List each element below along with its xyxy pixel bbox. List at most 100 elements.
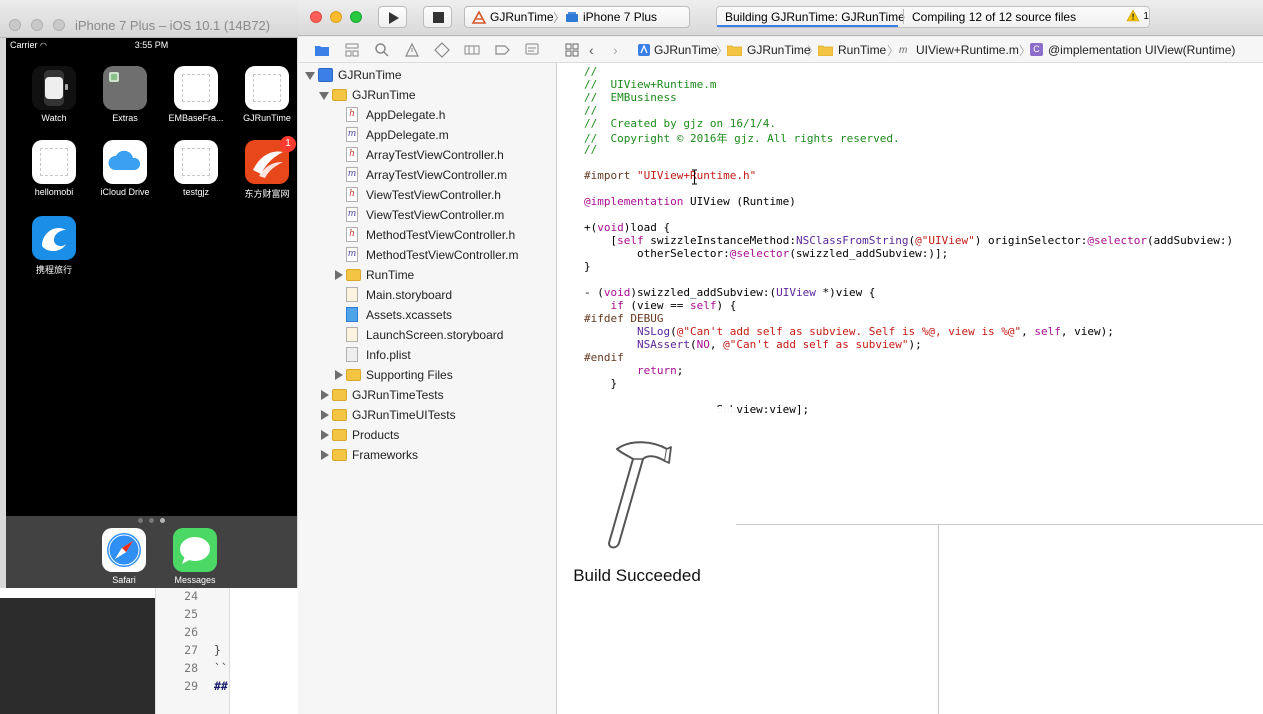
- symbol-navigator-icon[interactable]: [344, 42, 360, 58]
- navigator-item[interactable]: m AppDelegate.m: [298, 125, 556, 145]
- build-status-message: Build Succeeded: [573, 566, 701, 585]
- code-line: #import "UIView+Runtime.h": [584, 169, 756, 182]
- navigator-item[interactable]: Products: [298, 425, 556, 445]
- navigator-item[interactable]: Info.plist: [298, 345, 556, 365]
- disclosure-closed-icon[interactable]: [321, 450, 329, 460]
- navigator-item-label: Products: [352, 428, 400, 442]
- navigator-item[interactable]: h MethodTestViewController.h: [298, 225, 556, 245]
- code-token: @"Can't add self as subview": [723, 338, 909, 351]
- related-items-icon[interactable]: [565, 43, 579, 57]
- disclosure-open-icon[interactable]: [305, 72, 315, 80]
- stop-icon: [433, 12, 444, 23]
- warning-indicator[interactable]: 1: [1126, 8, 1149, 22]
- app-embaseframework[interactable]: EMBaseFra...: [166, 66, 226, 123]
- line-number: 28: [184, 661, 198, 675]
- app-watch[interactable]: Watch: [24, 66, 84, 123]
- code-token: *)view {: [815, 286, 876, 299]
- navigator-item-label: GJRunTimeTests: [352, 388, 444, 402]
- code-token: @"Can't add self as subview. Self is %@,…: [676, 325, 1022, 338]
- run-button[interactable]: [378, 6, 407, 28]
- navigator-item-label: GJRunTime: [352, 88, 416, 102]
- app-label: iCloud Drive: [100, 187, 150, 197]
- code-token: @selector: [729, 247, 790, 260]
- disclosure-open-icon[interactable]: [319, 92, 329, 100]
- project-navigator-icon[interactable]: [314, 42, 330, 58]
- app-gjruntime[interactable]: GJRunTime: [237, 66, 297, 123]
- app-label: EMBaseFra...: [168, 113, 224, 123]
- disclosure-closed-icon[interactable]: [321, 430, 329, 440]
- app-hellomobi[interactable]: hellomobi: [24, 140, 84, 197]
- debug-navigator-icon[interactable]: [464, 42, 480, 58]
- navigator-item[interactable]: h ArrayTestViewController.h: [298, 145, 556, 165]
- jumpbar-subgroup[interactable]: RunTime: [838, 43, 886, 57]
- navigator-item[interactable]: GJRunTime: [298, 85, 556, 105]
- app-safari[interactable]: Safari: [94, 528, 154, 585]
- navigator-item-label: MethodTestViewController.h: [366, 228, 516, 242]
- navigator-item-label: AppDelegate.m: [366, 128, 449, 142]
- sim-minimize-button[interactable]: [31, 19, 43, 31]
- jump-bar: ‹ › GJRunTime 〉 GJRunTime 〉 RunTime 〉 m …: [557, 37, 1263, 63]
- line-number: 27: [184, 643, 198, 657]
- code-line: }: [584, 377, 617, 390]
- debug-area-divider[interactable]: [938, 524, 939, 714]
- iphone-screen[interactable]: Carrier ◠ 3:55 PM Watch Extras EMBaseFra…: [6, 38, 297, 588]
- folder-icon: [332, 409, 347, 421]
- project-navigator[interactable]: GJRunTime GJRunTime h AppDelegate.h m AppDele…: [298, 63, 557, 714]
- sim-zoom-button[interactable]: [53, 19, 65, 31]
- status-bar: Carrier ◠ 3:55 PM: [6, 38, 297, 52]
- forward-arrow-icon[interactable]: ›: [613, 42, 618, 58]
- navigator-item[interactable]: h ViewTestViewController.h: [298, 185, 556, 205]
- app-ctrip[interactable]: 携程旅行: [24, 216, 84, 276]
- jumpbar-project[interactable]: GJRunTime: [654, 43, 718, 57]
- breakpoint-navigator-icon[interactable]: [494, 42, 510, 58]
- navigator-item[interactable]: Main.storyboard: [298, 285, 556, 305]
- navigator-item[interactable]: m ArrayTestViewController.m: [298, 165, 556, 185]
- jumpbar-symbol[interactable]: @implementation UIView(Runtime): [1048, 43, 1235, 57]
- jumpbar-group[interactable]: GJRunTime: [747, 43, 811, 57]
- navigator-item[interactable]: Frameworks: [298, 445, 556, 465]
- jumpbar-file[interactable]: UIView+Runtime.m: [916, 43, 1019, 57]
- zoom-button[interactable]: [350, 11, 362, 23]
- header-file-icon: h: [346, 187, 358, 202]
- app-eastmoney[interactable]: 1 东方财富网: [237, 136, 297, 200]
- hammer-icon: [608, 441, 672, 549]
- navigator-item[interactable]: Assets.xcassets: [298, 305, 556, 325]
- code-token: ,: [709, 338, 724, 351]
- line-number: 24: [184, 589, 198, 603]
- disclosure-closed-icon[interactable]: [321, 410, 329, 420]
- stop-button[interactable]: [423, 6, 452, 28]
- dolphin-icon: [32, 216, 76, 260]
- code-text: }: [214, 643, 221, 657]
- app-testgjz[interactable]: testgjz: [166, 140, 226, 197]
- scheme-selector[interactable]: GJRunTime 〉 iPhone 7 Plus: [464, 6, 690, 28]
- navigator-item[interactable]: h AppDelegate.h: [298, 105, 556, 125]
- code-token: @implementation: [584, 195, 690, 208]
- app-messages[interactable]: Messages: [165, 528, 225, 585]
- navigator-item[interactable]: Supporting Files: [298, 365, 556, 385]
- disclosure-closed-icon[interactable]: [321, 390, 329, 400]
- app-icloud-drive[interactable]: iCloud Drive: [95, 140, 155, 197]
- minimize-button[interactable]: [330, 11, 342, 23]
- report-navigator-icon[interactable]: [524, 42, 540, 58]
- navigator-item[interactable]: GJRunTimeTests: [298, 385, 556, 405]
- navigator-item[interactable]: GJRunTime: [298, 65, 556, 85]
- code-line: - (void)swizzled_addSubview:(UIView *)vi…: [584, 286, 875, 299]
- test-navigator-icon[interactable]: [434, 42, 450, 58]
- back-arrow-icon[interactable]: ‹: [589, 42, 594, 58]
- navigator-item[interactable]: m MethodTestViewController.m: [298, 245, 556, 265]
- navigator-item[interactable]: LaunchScreen.storyboard: [298, 325, 556, 345]
- disclosure-closed-icon[interactable]: [335, 370, 343, 380]
- app-extras[interactable]: Extras: [95, 66, 155, 123]
- search-icon[interactable]: [374, 42, 390, 58]
- navigator-item[interactable]: RunTime: [298, 265, 556, 285]
- close-button[interactable]: [310, 11, 322, 23]
- disclosure-closed-icon[interactable]: [335, 270, 343, 280]
- issue-navigator-icon[interactable]: [404, 42, 420, 58]
- sim-close-button[interactable]: [9, 19, 21, 31]
- folder-icon: [103, 66, 147, 110]
- navigator-item[interactable]: GJRunTimeUITests: [298, 405, 556, 425]
- navigator-item[interactable]: m ViewTestViewController.m: [298, 205, 556, 225]
- code-token: UIView (Runtime): [689, 195, 796, 208]
- navigator-item-label: Assets.xcassets: [366, 308, 453, 322]
